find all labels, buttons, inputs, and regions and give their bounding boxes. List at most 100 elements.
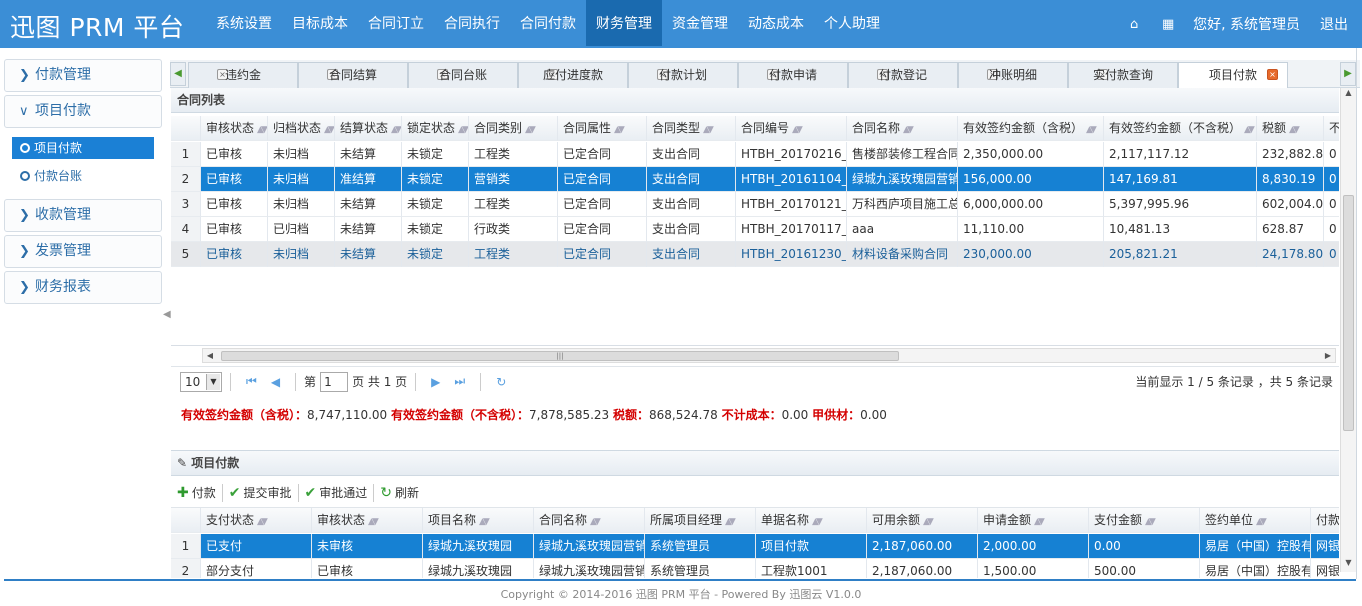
sort-icon[interactable]: ▲▼ [1086, 125, 1097, 135]
tab[interactable]: × 应付进度款 [518, 62, 628, 88]
tab[interactable]: × 付款计划 [628, 62, 738, 88]
pay-button[interactable]: ✚ 付款 [171, 484, 222, 501]
page-number-input[interactable]: 1 [320, 371, 349, 392]
table-row[interactable]: 3 已审核 未归档 未结算 未锁定 工程类 已定合同 支出合同 HTBH_20170121_7 万… [171, 192, 1339, 217]
sidebar-collapse-icon[interactable]: ◀ [163, 309, 171, 320]
scroll-thumb[interactable] [1343, 195, 1354, 431]
sort-icon[interactable]: ▲▼ [257, 125, 267, 135]
topnav-item[interactable]: 合同执行 [434, 0, 510, 46]
tab[interactable]: × 违约金 [188, 62, 298, 88]
sort-icon[interactable]: ▲▼ [525, 125, 536, 135]
sort-icon[interactable]: ▲▼ [257, 517, 268, 527]
grid-icon[interactable]: ▦ [1151, 17, 1185, 32]
tab[interactable]: × 实付款查询 [1068, 62, 1178, 88]
column-header[interactable]: 归档状态 ▲▼ [268, 116, 335, 141]
sort-icon[interactable]: ▲▼ [792, 125, 803, 135]
tab[interactable]: × 合同结算 [298, 62, 408, 88]
topnav-item[interactable]: 资金管理 [662, 0, 738, 46]
sidebar-group-invoice-management[interactable]: ❯ 发票管理 [4, 235, 162, 268]
tab[interactable]: × 冲账明细 [958, 62, 1068, 88]
horizontal-scrollbar[interactable]: ◀ ||| ▶ [202, 348, 1336, 363]
column-header[interactable]: 合同编号 ▲▼ [736, 116, 847, 141]
prev-page-icon[interactable]: ◀ [271, 375, 280, 389]
tab[interactable]: × 合同台账 [408, 62, 518, 88]
sidebar-item-payment-ledger[interactable]: 付款台账 [12, 165, 154, 187]
tab[interactable]: × 项目付款 [1178, 62, 1288, 88]
sort-icon[interactable]: ▲▼ [1289, 125, 1300, 135]
column-header[interactable]: 可用余额 ▲▼ [867, 508, 978, 533]
first-page-icon[interactable]: ⏮ [246, 374, 257, 389]
sort-icon[interactable]: ▲▼ [614, 125, 625, 135]
topnav-item[interactable]: 动态成本 [738, 0, 814, 46]
sort-icon[interactable]: ▲▼ [479, 517, 490, 527]
approve-button[interactable]: ✔ 审批通过 [299, 484, 374, 501]
sort-icon[interactable]: ▲▼ [903, 125, 914, 135]
table-row[interactable]: 1 已审核 未归档 未结算 未锁定 工程类 已定合同 支出合同 HTBH_20170216_0 售… [171, 142, 1339, 167]
topnav-item[interactable]: 系统设置 [206, 0, 282, 46]
next-page-icon[interactable]: ▶ [431, 375, 440, 389]
submit-approval-button[interactable]: ✔ 提交审批 [223, 484, 298, 501]
sort-icon[interactable]: ▲▼ [1145, 517, 1156, 527]
column-header[interactable]: 合同属性 ▲▼ [558, 116, 647, 141]
column-header[interactable]: 结算状态 ▲▼ [335, 116, 402, 141]
tab-scroll-right-icon[interactable]: ▶ [1340, 62, 1356, 86]
logout-button[interactable]: 退出 [1308, 14, 1362, 34]
scroll-up-icon[interactable]: ▲ [1341, 88, 1356, 102]
sort-icon[interactable]: ▲▼ [391, 125, 401, 135]
table-row[interactable]: 2 部分支付 已审核 绿城九溪玫瑰园 绿城九溪玫瑰园营销 系统管理员 工程款1001 2,18… [171, 559, 1339, 578]
sort-icon[interactable]: ▲▼ [590, 517, 601, 527]
column-header[interactable]: 有效签约金额（含税） ▲▼ [958, 116, 1104, 141]
vertical-scrollbar[interactable]: ▲ ▼ [1340, 88, 1356, 572]
scroll-thumb[interactable]: ||| [221, 351, 899, 361]
last-page-icon[interactable]: ⏭ [454, 374, 465, 389]
column-header[interactable]: 合同名称 ▲▼ [847, 116, 958, 141]
column-header[interactable]: 有效签约金额（不含税） ▲▼ [1104, 116, 1257, 141]
sort-icon[interactable]: ▲▼ [923, 517, 934, 527]
column-header[interactable]: 锁定状态 ▲▼ [402, 116, 469, 141]
column-header[interactable]: 付款 [1311, 508, 1339, 533]
column-header[interactable]: 税额 ▲▼ [1257, 116, 1324, 141]
scroll-down-icon[interactable]: ▼ [1341, 558, 1356, 572]
user-greeting[interactable]: 您好, 系统管理员 [1185, 14, 1308, 34]
tab[interactable]: × 付款申请 [738, 62, 848, 88]
sort-icon[interactable]: ▲▼ [1256, 517, 1267, 527]
home-icon[interactable]: ⌂ [1117, 17, 1151, 32]
sidebar-group-receipt-management[interactable]: ❯ 收款管理 [4, 199, 162, 232]
topnav-item[interactable]: 合同付款 [510, 0, 586, 46]
column-header[interactable]: 合同名称 ▲▼ [534, 508, 645, 533]
refresh-button[interactable]: ↻ 刷新 [374, 484, 425, 501]
column-header[interactable]: 审核状态 ▲▼ [201, 116, 268, 141]
sidebar-group-payment-management[interactable]: ❯ 付款管理 [4, 59, 162, 92]
sort-icon[interactable]: ▲▼ [324, 125, 334, 135]
column-header[interactable]: 不 [1324, 116, 1339, 141]
column-header[interactable]: 签约单位 ▲▼ [1200, 508, 1311, 533]
sort-icon[interactable]: ▲▼ [812, 517, 823, 527]
topnav-item[interactable]: 个人助理 [814, 0, 890, 46]
table-row[interactable]: 5 已审核 未归档 未结算 未锁定 工程类 已定合同 支出合同 HTBH_20161230_3 材… [171, 242, 1339, 267]
column-header[interactable]: 合同类别 ▲▼ [469, 116, 558, 141]
column-header[interactable]: 合同类型 ▲▼ [647, 116, 736, 141]
sort-icon[interactable]: ▲▼ [368, 517, 379, 527]
column-header[interactable]: 项目名称 ▲▼ [423, 508, 534, 533]
scroll-left-icon[interactable]: ◀ [203, 349, 217, 362]
column-header[interactable]: 支付状态 ▲▼ [201, 508, 312, 533]
column-header[interactable]: 申请金额 ▲▼ [978, 508, 1089, 533]
sidebar-group-financial-reports[interactable]: ❯ 财务报表 [4, 271, 162, 304]
sort-icon[interactable]: ▲▼ [458, 125, 468, 135]
topnav-item[interactable]: 财务管理 [586, 0, 662, 46]
sort-icon[interactable]: ▲▼ [725, 517, 736, 527]
sidebar-item-project-payment[interactable]: 项目付款 [12, 137, 154, 159]
refresh-icon[interactable]: ↻ [496, 375, 506, 389]
table-row[interactable]: 4 已审核 已归档 未结算 未锁定 行政类 已定合同 支出合同 HTBH_20170117_1 a… [171, 217, 1339, 242]
sidebar-group-project-payment[interactable]: ∨ 项目付款 [4, 95, 162, 128]
table-row[interactable]: 1 已支付 未审核 绿城九溪玫瑰园 绿城九溪玫瑰园营销 系统管理员 项目付款 2,187,06… [171, 534, 1339, 559]
tab-scroll-left-icon[interactable]: ◀ [170, 62, 186, 86]
table-row[interactable]: 2 已审核 未归档 准结算 未锁定 营销类 已定合同 支出合同 HTBH_20161104_2 绿… [171, 167, 1339, 192]
column-header[interactable]: 审核状态 ▲▼ [312, 508, 423, 533]
sort-icon[interactable]: ▲▼ [1244, 125, 1255, 135]
scroll-right-icon[interactable]: ▶ [1321, 349, 1335, 362]
column-header[interactable]: 所属项目经理 ▲▼ [645, 508, 756, 533]
topnav-item[interactable]: 目标成本 [282, 0, 358, 46]
sort-icon[interactable]: ▲▼ [1034, 517, 1045, 527]
page-size-select[interactable]: 10 ▼ [180, 371, 222, 392]
